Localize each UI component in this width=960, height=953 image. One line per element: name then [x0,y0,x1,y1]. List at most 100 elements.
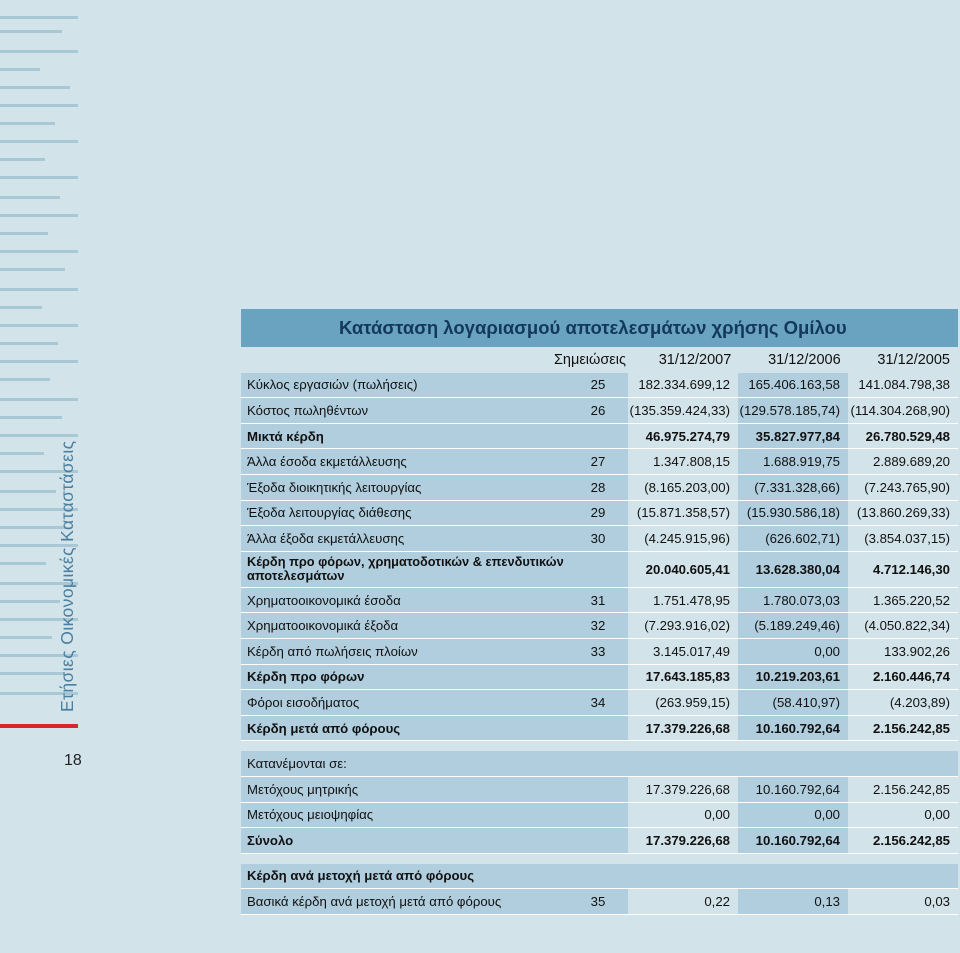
row-label: Κέρδη μετά από φόρους [241,715,568,741]
table-row: Χρηματοοικονομικά έσοδα 31 1.751.478,95 1.7… [241,587,958,614]
table-row: Κέρδη προ φόρων 17.643.185,83 10.219.203,6… [241,664,958,691]
row-note: 27 [568,449,628,474]
row-label: Βασικά κέρδη ανά μετοχή μετά από φόρους [241,889,568,914]
value-2007: 182.334.699,12 [628,372,738,398]
margin-rule [0,30,62,33]
margin-rule [0,672,64,675]
row-label: Κόστος πωληθέντων [241,398,568,423]
header-2007: 31/12/2007 [629,347,740,373]
margin-rule [0,398,78,401]
table-row: Κέρδη μετά από φόρους 17.379.226,68 10.160… [241,715,958,742]
margin-rule [0,140,78,143]
row-note [568,551,628,587]
table-row: Άλλα έξοδα εκμετάλλευσης 30 (4.245.915,96)… [241,526,958,552]
row-label: Μικτά κέρδη [241,423,568,449]
value-2006: (626.602,71) [738,526,848,551]
row-note: 31 [568,587,628,613]
value-2006: (5.189.249,46) [738,613,848,638]
margin-rule [0,636,52,639]
allocation-rows: Μετόχους μητρικής 17.379.226,68 10.160.792… [241,776,958,854]
value-2007: 0,22 [628,889,738,914]
value-2006: (129.578.185,74) [738,398,848,423]
value-2006: 0,00 [738,638,848,664]
value-2007: 0,00 [628,802,738,828]
row-note: 30 [568,526,628,551]
eps-title: Κέρδη ανά μετοχή μετά από φόρους [241,863,958,890]
row-note: 29 [568,500,628,526]
value-2005: 0,03 [848,889,958,914]
margin-rule [0,600,60,603]
value-2007: (15.871.358,57) [628,500,738,526]
margin-rule [0,214,78,217]
value-2007: 3.145.017,49 [628,638,738,664]
header-row: Σημειώσεις 31/12/2007 31/12/2006 31/12/2… [241,347,958,373]
value-2007: (4.245.915,96) [628,526,738,551]
margin-rule [0,16,78,19]
table-title: Κατάσταση λογαριασμού αποτελεσμάτων χρήσ… [339,317,847,338]
table-row: Μετόχους μητρικής 17.379.226,68 10.160.792… [241,776,958,803]
row-label: Κέρδη προ φόρων [241,664,568,690]
header-notes: Σημειώσεις [554,347,630,373]
value-2007: 17.379.226,68 [628,776,738,802]
value-2005: 0,00 [848,802,958,828]
row-note: 34 [568,690,628,715]
row-label: Χρηματοοικονομικά έξοδα [241,613,568,638]
table-row: Κέρδη από πωλήσεις πλοίων 33 3.145.017,49 0… [241,638,958,665]
side-title: Ετήσιες Οικονομικές Καταστάσεις [57,440,77,712]
row-label: Έξοδα διοικητικής λειτουργίας [241,474,568,500]
table-row: Κύκλος εργασιών (πωλήσεις) 25 182.334.699,… [241,372,958,399]
row-label: Χρηματοοικονομικά έσοδα [241,587,568,613]
value-2007: (263.959,15) [628,690,738,715]
margin-rule [0,452,44,455]
value-2006: 1.780.073,03 [738,587,848,613]
value-2006: 10.219.203,61 [738,664,848,690]
margin-rule [0,562,46,565]
row-label: Άλλα έσοδα εκμετάλλευσης [241,449,568,474]
value-2005: (114.304.268,90) [848,398,958,423]
margin-rule [0,268,65,271]
header-2005: 31/12/2005 [848,347,958,373]
header-2006: 31/12/2006 [739,347,849,373]
value-2005: 133.902,26 [848,638,958,664]
value-2006: (7.331.328,66) [738,474,848,500]
margin-rule [0,158,45,161]
value-2005: 2.160.446,74 [848,664,958,690]
value-2005: 2.156.242,85 [848,776,958,802]
value-2005: 2.889.689,20 [848,449,958,474]
value-2007: 20.040.605,41 [628,551,738,587]
margin-rule [0,122,55,125]
value-2006: 35.827.977,84 [738,423,848,449]
income-statement-table: Κατάσταση λογαριασμού αποτελεσμάτων χρήσ… [241,309,958,915]
row-note: 33 [568,638,628,664]
row-note [568,664,628,690]
margin-rule [0,378,50,381]
margin-rule-red [0,724,78,728]
margin-rule [0,196,60,199]
value-2005: 4.712.146,30 [848,551,958,587]
page-number: 18 [64,752,82,769]
row-label: Σύνολο [241,828,628,853]
margin-rule [0,250,78,253]
statement-rows: Κύκλος εργασιών (πωλήσεις) 25 182.334.699,… [241,372,958,742]
table-row: Κόστος πωληθέντων 26 (135.359.424,33) (129.… [241,398,958,424]
value-2005: 26.780.529,48 [848,423,958,449]
value-2007: 46.975.274,79 [628,423,738,449]
table-row: Μετόχους μειοψηφίας 0,00 0,00 0,00 [241,802,958,829]
value-2007: 17.643.185,83 [628,664,738,690]
value-2006: (58.410,97) [738,690,848,715]
value-2006: 10.160.792,64 [738,776,848,802]
margin-decoration [0,0,100,953]
value-2005: 2.156.242,85 [848,715,958,741]
value-2006: 165.406.163,58 [738,372,848,398]
table-row: Σύνολο 17.379.226,68 10.160.792,64 2.156.24… [241,828,958,854]
margin-rule [0,342,58,345]
value-2005: (4.050.822,34) [848,613,958,638]
row-label: Μετόχους μητρικής [241,776,628,802]
value-2005: (7.243.765,90) [848,474,958,500]
margin-rule [0,434,78,437]
table-row: Έξοδα λειτουργίας διάθεσης 29 (15.871.358,… [241,500,958,527]
table-row: Βασικά κέρδη ανά μετοχή μετά από φόρους 3… [241,889,958,915]
row-note: 35 [568,889,628,914]
value-2006: (15.930.586,18) [738,500,848,526]
row-note: 28 [568,474,628,500]
